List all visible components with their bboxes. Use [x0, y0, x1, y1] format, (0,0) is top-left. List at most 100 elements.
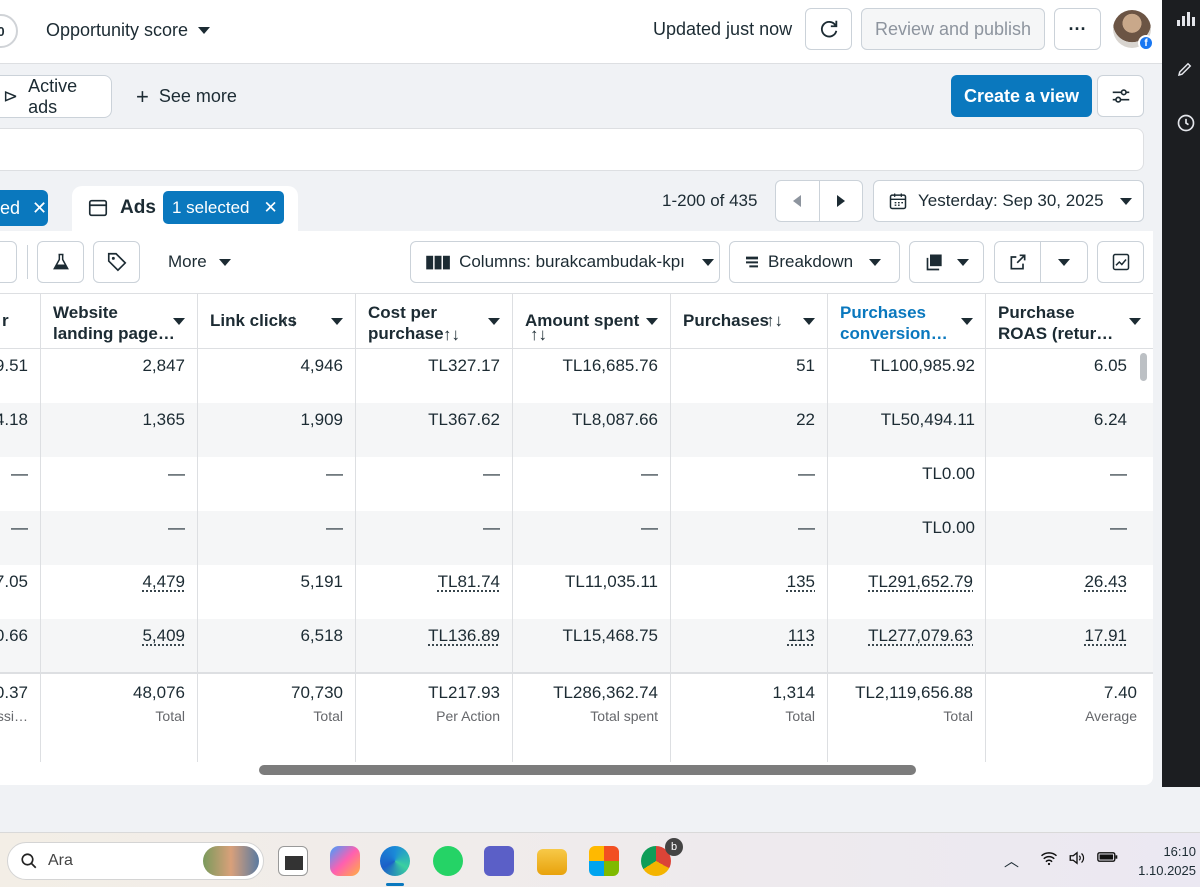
cell-value[interactable]: 5,409	[142, 626, 185, 645]
column-menu-caret-icon[interactable]	[1129, 318, 1141, 325]
cell-value[interactable]: 17.91	[1084, 626, 1127, 645]
table-row[interactable]: 0.66 5,409 6,518 TL136.89 TL15,468.75 113 TL27…	[0, 619, 1153, 673]
caret-down-icon	[869, 258, 882, 266]
toolbar-divider	[27, 245, 28, 279]
clock-icon[interactable]	[1176, 113, 1196, 133]
column-menu-caret-icon[interactable]	[646, 318, 658, 325]
table-row[interactable]: — — — — — — TL0.00 —	[0, 457, 1153, 511]
cell-value[interactable]: 26.43	[1084, 572, 1127, 591]
horizontal-scrollbar[interactable]	[259, 765, 916, 775]
cell-value: —	[483, 518, 500, 537]
battery-icon[interactable]	[1097, 850, 1119, 868]
taskbar-search[interactable]: Ara	[7, 842, 264, 880]
store-icon[interactable]	[589, 846, 619, 876]
opportunity-score-badge[interactable]: 0	[0, 14, 18, 48]
breakdown-dropdown[interactable]: Breakdown	[729, 241, 900, 283]
chart-bars-icon[interactable]	[1177, 12, 1195, 26]
column-header-7[interactable]: Purchase ROAS (retur…	[985, 294, 1153, 350]
active-ads-filter[interactable]: ⊳ Active ads	[0, 75, 112, 118]
edge-browser-icon[interactable]	[380, 846, 410, 876]
column-menu-caret-icon[interactable]	[331, 318, 343, 325]
column-header-6[interactable]: Purchases conversion…	[827, 294, 985, 350]
caret-down-icon	[1119, 197, 1132, 205]
cell-value[interactable]: TL291,652.79	[868, 572, 973, 591]
previous-page-button[interactable]	[776, 181, 819, 221]
ab-test-button[interactable]	[37, 241, 84, 283]
teams-icon[interactable]	[484, 846, 514, 876]
table-cell: 6,518	[197, 619, 355, 673]
table-row[interactable]: 7.05 4,479 5,191 TL81.74 TL11,035.11 135 TL291…	[0, 565, 1153, 619]
cell-value[interactable]: 135	[787, 572, 815, 591]
task-view-icon[interactable]	[278, 846, 308, 876]
opportunity-score-dropdown[interactable]: Opportunity score	[46, 20, 211, 41]
chevron-up-icon[interactable]: ︿	[1004, 850, 1019, 871]
more-options-button[interactable]: ···	[1054, 8, 1101, 50]
pencil-icon[interactable]	[1176, 60, 1194, 78]
table-row[interactable]: — — — — — — TL0.00 —	[0, 511, 1153, 565]
column-menu-caret-icon[interactable]	[488, 318, 500, 325]
column-header-1[interactable]: Website landing page…	[40, 294, 197, 350]
whatsapp-icon[interactable]	[433, 846, 463, 876]
column-menu-caret-icon[interactable]	[173, 318, 185, 325]
toolbar-edit-button[interactable]	[0, 241, 17, 283]
system-clock[interactable]: 16:10 1.10.2025	[1134, 842, 1196, 880]
column-menu-caret-icon[interactable]	[961, 318, 973, 325]
table-row[interactable]: 4.18 1,365 1,909 TL367.62 TL8,087.66 22 TL50,4…	[0, 403, 1153, 457]
view-settings-button[interactable]	[1097, 75, 1144, 117]
reports-dropdown[interactable]	[909, 241, 984, 283]
column-header-4[interactable]: Amount spent ↑↓	[512, 294, 670, 350]
review-and-publish-button[interactable]: Review and publish	[861, 8, 1045, 50]
sort-arrows-icon[interactable]: ↑↓	[281, 310, 298, 331]
sort-arrows-icon[interactable]: ↑↓	[766, 310, 783, 331]
export-options-button[interactable]	[1041, 242, 1087, 282]
total-cell: TL286,362.74 Total spent	[512, 674, 670, 762]
cell-value: —	[1110, 464, 1127, 483]
table-cell: TL367.62	[355, 403, 512, 457]
file-explorer-icon[interactable]	[537, 849, 567, 875]
ads-selected-pill[interactable]: 1 selected ✕	[163, 191, 284, 224]
sort-arrows-icon[interactable]: ↑↓	[443, 324, 460, 345]
search-filter-bar[interactable]	[0, 128, 1144, 171]
export-split-button	[994, 241, 1088, 283]
avatar[interactable]: f	[1113, 10, 1154, 51]
column-header-2[interactable]: Link clicks ↑↓	[197, 294, 355, 350]
chrome-icon[interactable]: b	[641, 838, 683, 876]
column-header-5[interactable]: Purchases ↑↓	[670, 294, 827, 350]
more-actions-dropdown[interactable]: More	[168, 252, 231, 272]
facebook-badge-icon: f	[1138, 35, 1154, 51]
column-header-label-line2: conversion…	[840, 324, 948, 343]
see-more-button[interactable]: + See more	[136, 85, 237, 107]
column-header-3[interactable]: Cost per purchase ↑↓	[355, 294, 512, 350]
columns-label: Columns: burakcambudak-kpı	[459, 252, 685, 271]
columns-dropdown[interactable]: ▮▮▮ Columns: burakcambudak-kpı	[410, 241, 720, 283]
wifi-icon[interactable]	[1040, 850, 1058, 870]
search-highlight-image	[203, 846, 259, 876]
cell-value[interactable]: TL136.89	[428, 626, 500, 645]
tag-button[interactable]	[93, 241, 140, 283]
table-cell: —	[670, 511, 827, 565]
table-row[interactable]: 9.51 2,847 4,946 TL327.17 TL16,685.76 51 TL100…	[0, 349, 1153, 403]
close-icon[interactable]: ✕	[32, 198, 47, 219]
vertical-scrollbar[interactable]	[1140, 353, 1147, 381]
next-page-button[interactable]	[818, 181, 863, 221]
tag-icon	[107, 252, 126, 272]
charts-button[interactable]	[1097, 241, 1144, 283]
copilot-icon[interactable]	[330, 846, 360, 876]
column-header-label: r	[2, 311, 9, 330]
column-menu-caret-icon[interactable]	[803, 318, 815, 325]
sort-arrows-icon[interactable]: ↑↓	[530, 324, 547, 345]
clear-selection-icon[interactable]: ✕	[264, 198, 278, 218]
cell-value[interactable]: TL81.74	[438, 572, 500, 591]
refresh-button[interactable]	[805, 8, 852, 50]
export-button[interactable]	[995, 242, 1041, 282]
tab-ads[interactable]: Ads 1 selected ✕	[72, 186, 298, 234]
date-range-label: Yesterday: Sep 30, 2025	[918, 191, 1104, 210]
column-header-0[interactable]: r	[0, 294, 40, 350]
create-view-button[interactable]: Create a view	[951, 75, 1092, 117]
cell-value[interactable]: 4,479	[142, 572, 185, 591]
tab-campaigns-selected[interactable]: ed ✕	[0, 190, 48, 226]
cell-value[interactable]: TL277,079.63	[868, 626, 973, 645]
volume-icon[interactable]	[1068, 850, 1086, 870]
cell-value[interactable]: 113	[788, 626, 815, 645]
date-range-picker[interactable]: Yesterday: Sep 30, 2025	[873, 180, 1144, 222]
